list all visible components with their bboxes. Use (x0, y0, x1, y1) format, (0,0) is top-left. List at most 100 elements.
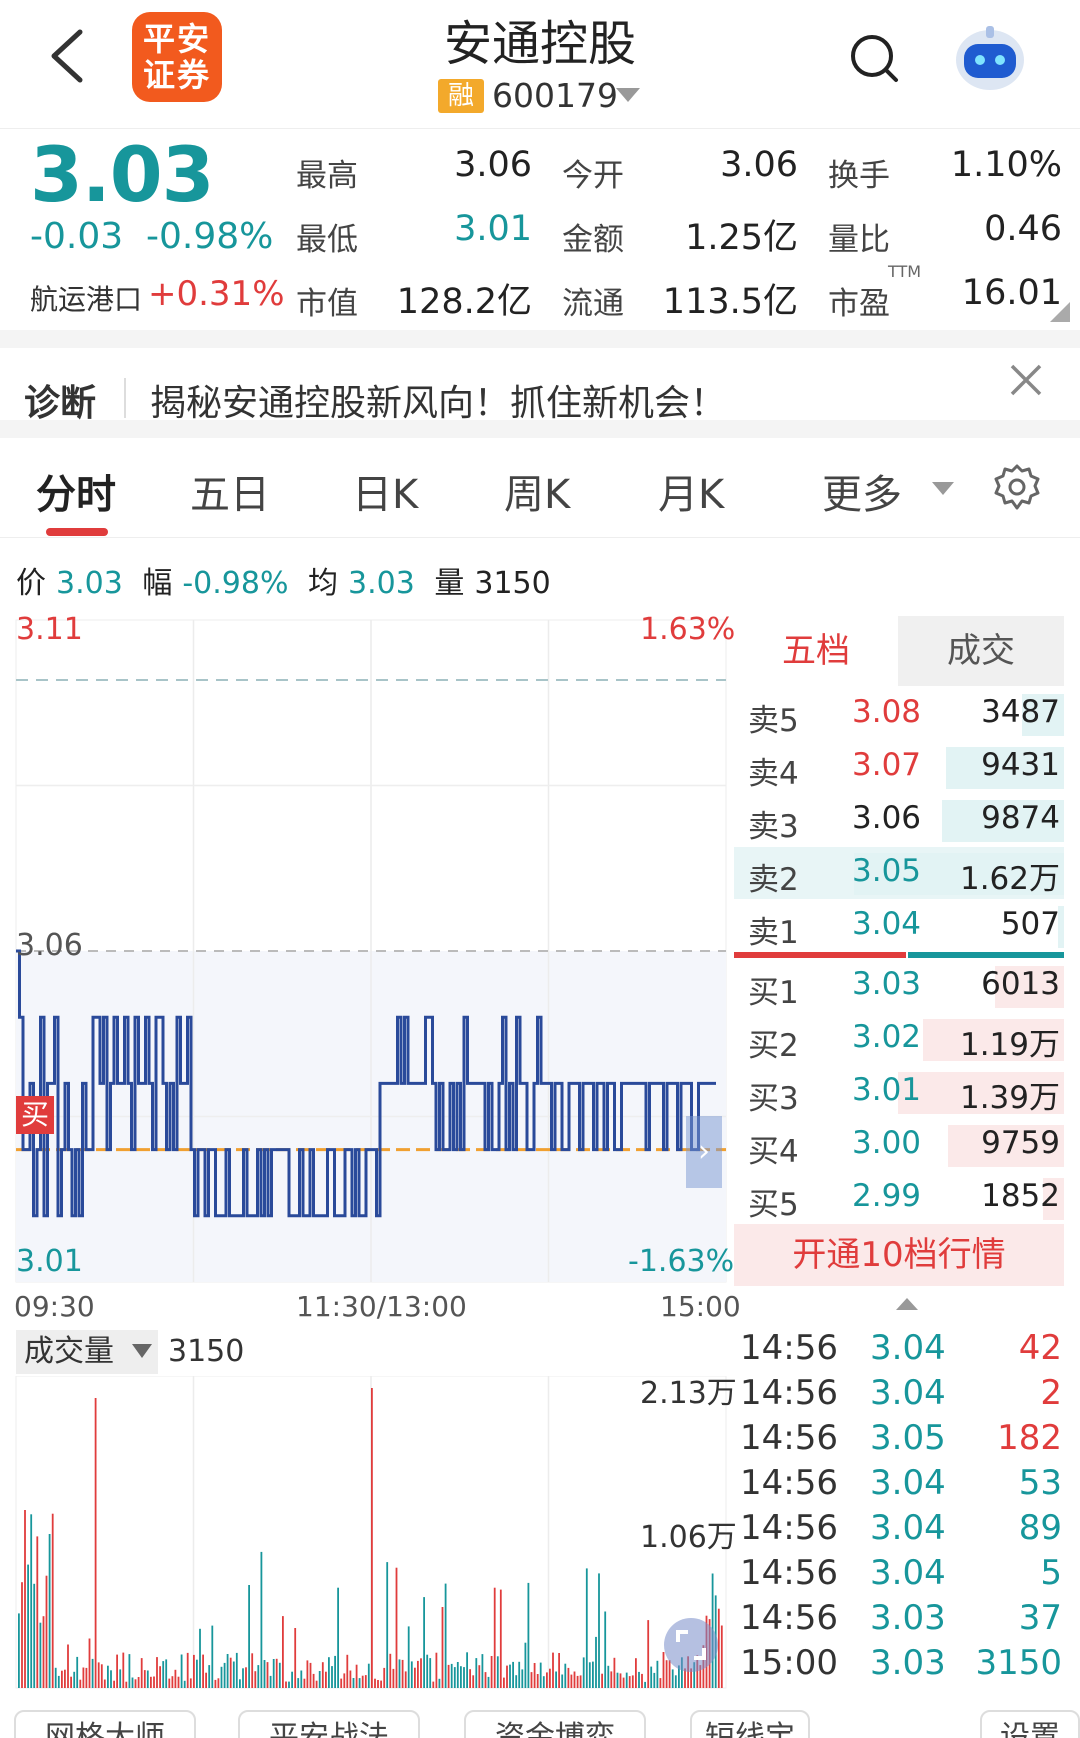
order-book-row[interactable]: 卖5 3.08 3487 (734, 688, 1064, 740)
y-axis-min: 3.01 (16, 1244, 83, 1279)
tab-order-book[interactable]: 五档 (734, 616, 898, 686)
volume-chart[interactable] (0, 1376, 740, 1696)
tab-more[interactable]: 更多 (822, 462, 902, 520)
volume-bar (478, 1665, 481, 1688)
price-change-pct: -0.98% (146, 216, 274, 257)
volume-bar (64, 1669, 66, 1688)
volume-bar (650, 1666, 653, 1688)
volume-bar (334, 1655, 336, 1688)
y-axis-ref: 3.06 (16, 928, 83, 963)
volume-bar (131, 1677, 134, 1688)
volume-bar (294, 1628, 297, 1688)
volume-bar (601, 1673, 603, 1688)
grid-master-button[interactable]: 网格大师 (14, 1710, 196, 1738)
x-axis-end: 15:00 (660, 1290, 741, 1323)
volume-bar (423, 1597, 425, 1688)
open-level10-button[interactable]: 开通10档行情 (734, 1224, 1064, 1286)
volume-bar (248, 1585, 250, 1688)
sector-change[interactable]: +0.31% (148, 274, 285, 314)
short-term-button[interactable]: 短线宝 (690, 1710, 810, 1738)
sector-label[interactable]: 航运港口 (30, 278, 142, 318)
ai-assistant-button[interactable] (950, 18, 1030, 98)
tick-row: 14:56 3.04 89 (740, 1508, 1062, 1552)
search-button[interactable] (846, 30, 902, 86)
order-book-row[interactable]: 卖4 3.07 9431 (734, 741, 1064, 793)
volume-bar (137, 1677, 140, 1688)
tab-intraday[interactable]: 分时 (36, 462, 116, 520)
last-price: 3.03 (30, 130, 215, 219)
close-button[interactable] (1004, 358, 1048, 402)
order-volume: 9874 (981, 800, 1060, 836)
caret-up-icon[interactable] (896, 1298, 918, 1310)
volume-bar (300, 1670, 303, 1688)
order-book-row[interactable]: 买4 3.00 9759 (734, 1119, 1064, 1171)
chart-settings-button[interactable] (992, 462, 1042, 512)
tick-price: 3.04 (870, 1463, 946, 1503)
volume-bar (595, 1636, 597, 1688)
volume-bar (588, 1662, 591, 1688)
order-book-row[interactable]: 卖3 3.06 9874 (734, 794, 1064, 846)
order-book-row[interactable]: 卖1 3.04 507 (734, 900, 1064, 952)
volume-bar (604, 1611, 607, 1688)
order-volume: 1.62万 (959, 861, 1060, 897)
volume-bar (208, 1665, 211, 1688)
volume-bar (619, 1673, 622, 1688)
volume-bar (542, 1676, 545, 1688)
volume-bar (460, 1666, 462, 1688)
quote-value-turnover: 1.10% (950, 145, 1062, 185)
volume-bar (57, 1675, 60, 1688)
volume-bar (429, 1658, 432, 1688)
expand-corner-icon[interactable] (1050, 302, 1070, 322)
order-volume: 507 (1000, 906, 1060, 942)
tab-daily-k[interactable]: 日K (352, 462, 418, 520)
volume-bar (116, 1654, 118, 1688)
order-book-row[interactable]: 买1 3.03 6013 (734, 960, 1064, 1012)
volume-bar (251, 1653, 254, 1688)
volume-bar (150, 1676, 152, 1688)
volume-bar (235, 1652, 238, 1688)
back-button[interactable] (40, 20, 100, 90)
caret-down-icon[interactable] (132, 1344, 152, 1358)
tab-monthly-k[interactable]: 月K (658, 462, 724, 520)
volume-bar (263, 1660, 266, 1688)
quote-label-turnover: 换手 (828, 158, 890, 194)
order-book-row[interactable]: 卖2 3.05 1.62万 (734, 847, 1064, 899)
tick-price: 3.04 (870, 1553, 946, 1593)
volume-bar (45, 1575, 48, 1688)
quote-label-float-cap: 流通 (562, 286, 624, 322)
caret-down-icon[interactable] (616, 88, 640, 102)
buy-marker[interactable]: 买 (16, 1096, 54, 1134)
volume-bar (214, 1679, 217, 1688)
quote-label-amount: 金额 (562, 222, 624, 258)
volume-bar (189, 1678, 192, 1688)
volume-bar (285, 1681, 287, 1688)
volume-bar (48, 1534, 51, 1688)
tab-weekly-k[interactable]: 周K (504, 462, 570, 520)
pingan-strategy-button[interactable]: 平安战法 (238, 1710, 420, 1738)
quote-value-volume-ratio: 0.46 (984, 209, 1062, 249)
volume-bar (361, 1675, 364, 1688)
order-book-row[interactable]: 买5 2.99 1852 (734, 1172, 1064, 1224)
volume-bar (383, 1667, 386, 1688)
order-level-label: 买1 (748, 975, 799, 1011)
order-book-row[interactable]: 买2 3.02 1.19万 (734, 1013, 1064, 1065)
gear-icon (994, 464, 1040, 510)
tab-deals[interactable]: 成交 (898, 616, 1064, 686)
order-book-row[interactable]: 买3 3.01 1.39万 (734, 1066, 1064, 1118)
tick-price: 3.03 (870, 1643, 946, 1683)
stock-code[interactable]: 600179 (492, 76, 618, 115)
tick-volume: 37 (1018, 1598, 1062, 1638)
diagnosis-text[interactable]: 揭秘安通控股新风向！抓住新机会！ (150, 374, 726, 426)
volume-bar (392, 1668, 395, 1688)
capital-game-button[interactable]: 资金博弈 (464, 1710, 646, 1738)
volume-bar (113, 1680, 115, 1688)
volume-bar (269, 1675, 272, 1688)
order-volume: 9759 (981, 1125, 1060, 1161)
tab-five-day[interactable]: 五日 (190, 462, 270, 520)
caret-down-icon[interactable] (932, 482, 954, 495)
volume-bar (54, 1667, 57, 1688)
chart-expand-button[interactable]: › (686, 1116, 722, 1188)
volume-bar (518, 1661, 521, 1688)
fullscreen-button[interactable] (664, 1618, 718, 1672)
settings-button[interactable]: 设置 (980, 1710, 1080, 1738)
